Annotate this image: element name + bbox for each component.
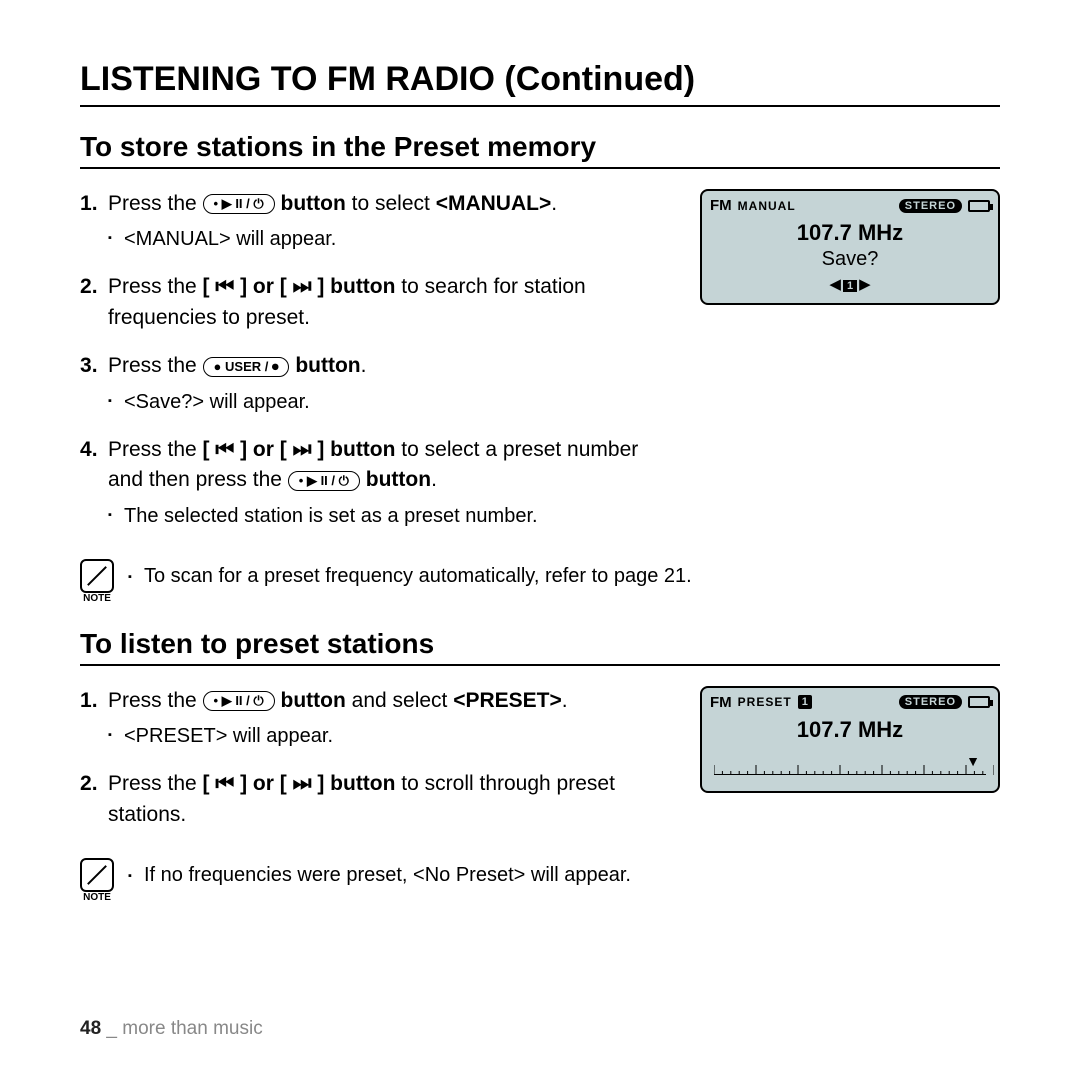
play-button-icon: • ▶ II / ⏻: [203, 691, 275, 711]
text: Press the: [108, 192, 203, 215]
mode-label: PRESET: [738, 695, 792, 709]
text: <MANUAL>: [436, 192, 552, 215]
sub: <PRESET> will appear.: [108, 722, 676, 751]
text: and select: [346, 689, 453, 712]
note-label: NOTE: [83, 593, 111, 604]
section2-heading: To listen to preset stations: [80, 628, 1000, 666]
sep: _: [101, 1018, 122, 1039]
tuning-ruler: ▼: [710, 753, 990, 781]
text: to select: [346, 192, 436, 215]
note-label: NOTE: [83, 892, 111, 903]
text: .: [562, 689, 568, 712]
step2: Press the [ ⏮ ] or [ ⏭ ] button to searc…: [80, 272, 676, 333]
sub: <MANUAL> will appear.: [108, 225, 676, 254]
step1: Press the • ▶ II / ⏻ button and select <…: [80, 686, 676, 751]
text: [ ⏮ ] or [ ⏭ ] button: [203, 438, 396, 461]
section1-instructions: Press the • ▶ II / ⏻ button to select <M…: [80, 189, 676, 549]
section1-heading: To store stations in the Preset memory: [80, 131, 1000, 169]
note-1: NOTE To scan for a preset frequency auto…: [80, 559, 1000, 604]
play-button-icon: • ▶ II / ⏻: [203, 194, 275, 214]
step2: Press the [ ⏮ ] or [ ⏭ ] button to scrol…: [80, 769, 676, 830]
battery-icon: [968, 696, 990, 708]
note-text: To scan for a preset frequency automatic…: [128, 565, 1000, 588]
text: button: [295, 354, 360, 377]
stereo-badge: STEREO: [899, 695, 962, 709]
device-screen-1: FM MANUAL STEREO 107.7 MHz Save? ◀1▶: [700, 189, 1000, 305]
text: Press the: [108, 772, 203, 795]
text: .: [551, 192, 557, 215]
nav-num: 1: [843, 280, 857, 292]
step1: Press the • ▶ II / ⏻ button to select <M…: [80, 189, 676, 254]
note-icon: [80, 858, 114, 892]
page-title: LISTENING TO FM RADIO (Continued): [80, 60, 1000, 107]
save-prompt: Save?: [710, 248, 990, 271]
battery-icon: [968, 200, 990, 212]
frequency: 107.7 MHz: [710, 717, 990, 743]
page-number: 48: [80, 1018, 101, 1039]
page-footer: 48 _ more than music: [80, 1018, 263, 1040]
text: [ ⏮ ] or [ ⏭ ] button: [203, 275, 396, 298]
section2-instructions: Press the • ▶ II / ⏻ button and select <…: [80, 686, 676, 848]
step4: Press the [ ⏮ ] or [ ⏭ ] button to selec…: [80, 435, 676, 531]
text: <PRESET>: [453, 689, 562, 712]
fm-label: FM: [710, 694, 732, 711]
user-button-icon: ● USER / ⏺: [203, 357, 290, 377]
text: button: [281, 689, 346, 712]
play-button-icon: • ▶ II / ⏻: [288, 471, 360, 491]
note-text: If no frequencies were preset, <No Prese…: [128, 864, 1000, 887]
mode-label: MANUAL: [738, 199, 796, 213]
sub: The selected station is set as a preset …: [108, 502, 676, 531]
text: button: [366, 468, 431, 491]
text: Press the: [108, 689, 203, 712]
text: Press the: [108, 354, 203, 377]
sub: <Save?> will appear.: [108, 388, 676, 417]
preset-num-badge: 1: [798, 695, 812, 709]
note-icon: [80, 559, 114, 593]
frequency: 107.7 MHz: [710, 220, 990, 246]
fm-label: FM: [710, 197, 732, 214]
footer-text: more than music: [122, 1018, 262, 1039]
text: Press the: [108, 438, 203, 461]
text: .: [361, 354, 367, 377]
stereo-badge: STEREO: [899, 199, 962, 213]
text: button: [281, 192, 346, 215]
text: Press the: [108, 275, 203, 298]
nav-arrows: ◀1▶: [710, 275, 990, 293]
step3: Press the ● USER / ⏺ button. <Save?> wil…: [80, 351, 676, 416]
device-screen-2: FM PRESET 1 STEREO 107.7 MHz ▼: [700, 686, 1000, 793]
note-2: NOTE If no frequencies were preset, <No …: [80, 858, 1000, 903]
text: .: [431, 468, 437, 491]
text: [ ⏮ ] or [ ⏭ ] button: [203, 772, 396, 795]
